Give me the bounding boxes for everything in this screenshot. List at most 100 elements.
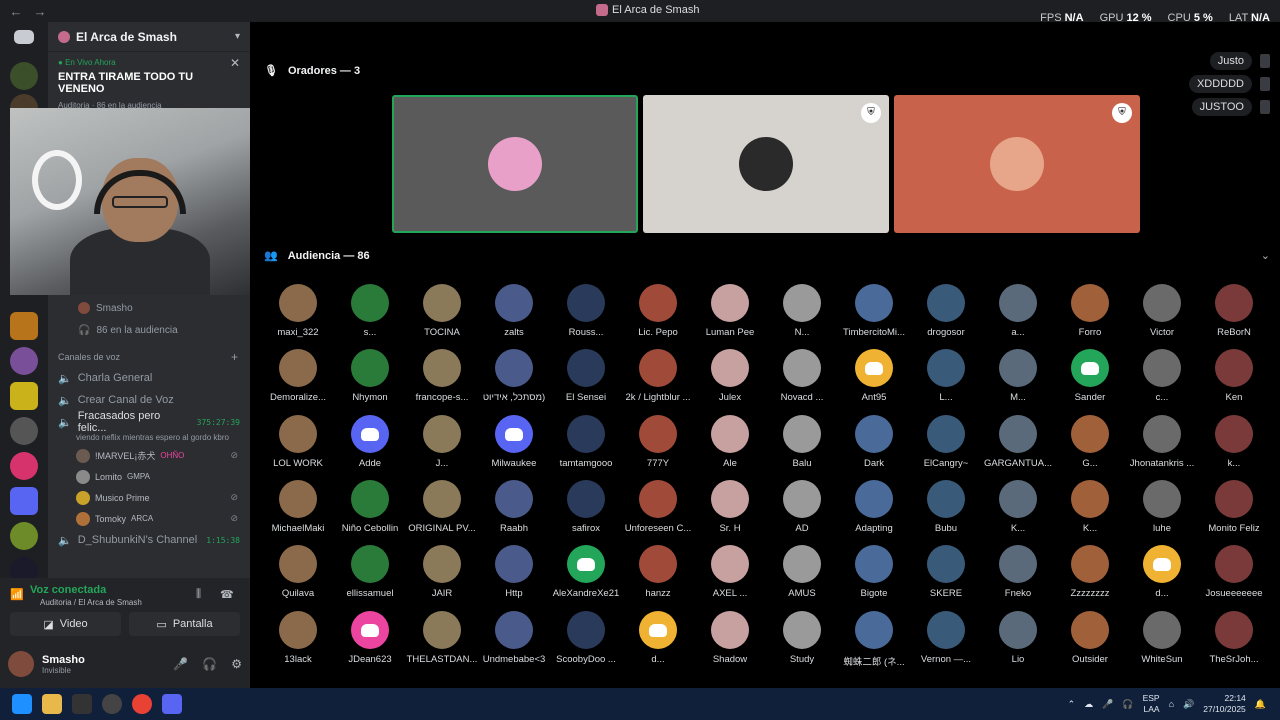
speaker-tile[interactable] (392, 95, 638, 233)
audience-member[interactable]: Dark (838, 414, 910, 480)
audience-member[interactable]: ElCangry~ (910, 414, 982, 480)
network-icon[interactable]: ⌂ (1169, 699, 1174, 709)
audience-member[interactable]: מסתכל, אידיוט) (478, 349, 550, 414)
audience-member[interactable]: AD (766, 479, 838, 545)
voice-channel-crear[interactable]: 🔈 Crear Canal de Voz (48, 389, 250, 411)
language-indicator[interactable]: ESP LAA (1143, 693, 1160, 715)
audience-member[interactable]: Http (478, 545, 550, 610)
audience-member[interactable]: tamtamgooo (550, 414, 622, 480)
file-explorer-icon[interactable] (42, 694, 62, 714)
audience-member[interactable]: Forro (1054, 284, 1126, 349)
audience-member[interactable]: AleXandreXe21 (550, 545, 622, 610)
audience-member[interactable]: G... (1054, 414, 1126, 480)
audience-member[interactable]: zalts (478, 284, 550, 349)
chevron-up-icon[interactable]: ⌃ (1068, 699, 1076, 710)
audience-member[interactable]: GARGANTUA... (982, 414, 1054, 480)
headset-tray-icon[interactable]: 🎧 (1122, 699, 1133, 710)
audience-member[interactable]: AXEL ... (694, 545, 766, 610)
voice-channel-shubunkin[interactable]: 🔈 D_ShubunkiN's Channel 1:15:38 (48, 529, 250, 551)
audience-member[interactable]: luhe (1126, 479, 1198, 545)
audience-member[interactable]: Fneko (982, 545, 1054, 610)
voice-channel-fracasados[interactable]: 🔈 Fracasados pero felic... 375:27:39 (48, 410, 250, 434)
audience-member[interactable]: AMUS (766, 545, 838, 610)
audience-member[interactable]: 2k / Lightblur ... (622, 349, 694, 414)
speaker-tile[interactable]: ⛨ (643, 95, 889, 233)
audience-member[interactable]: maxi_322 (262, 284, 334, 349)
discord-logo-icon[interactable] (14, 30, 34, 44)
app-icon[interactable] (72, 694, 92, 714)
add-channel-icon[interactable]: + (231, 350, 238, 364)
headphones-icon[interactable]: 🎧 (202, 657, 217, 671)
audience-member[interactable]: J... (406, 414, 478, 480)
voice-category[interactable]: Canales de voz + (48, 347, 250, 367)
screen-share-button[interactable]: ▭ Pantalla (129, 612, 240, 636)
audience-member[interactable]: d... (622, 610, 694, 676)
audience-member[interactable]: Lic. Pepo (622, 284, 694, 349)
audience-member[interactable]: Bubu (910, 479, 982, 545)
audience-member[interactable]: safirox (550, 479, 622, 545)
audience-member[interactable]: Quilava (262, 545, 334, 610)
audience-member[interactable]: Bigote (838, 545, 910, 610)
audience-member[interactable]: 蜘蛛二郎 (ネ... (838, 610, 910, 676)
voice-user[interactable]: Lomito GMPA (48, 466, 250, 487)
audience-member[interactable]: Adde (334, 414, 406, 480)
folder-icon[interactable] (10, 487, 38, 515)
audience-member[interactable]: ellissamuel (334, 545, 406, 610)
audience-member[interactable]: TimbercitoMi... (838, 284, 910, 349)
mic-tray-icon[interactable]: 🎤 (1102, 699, 1113, 710)
audience-member[interactable]: Shadow (694, 610, 766, 676)
voice-user[interactable]: Tomoky ARCA ⊘ (48, 508, 250, 529)
audience-member[interactable]: drogosor (910, 284, 982, 349)
audience-member[interactable]: Ken (1198, 349, 1270, 414)
audience-member[interactable]: Ale (694, 414, 766, 480)
notification-icon[interactable]: 🔔 (1255, 699, 1266, 710)
audience-member[interactable]: Milwaukee (478, 414, 550, 480)
audience-member[interactable]: c... (1126, 349, 1198, 414)
audience-member[interactable]: ReBorN (1198, 284, 1270, 349)
chrome-icon[interactable] (132, 694, 152, 714)
avatar[interactable] (8, 651, 34, 677)
speaker-tile[interactable]: ⛨ (894, 95, 1140, 233)
server-icon[interactable] (10, 452, 38, 480)
audience-member[interactable]: k... (1198, 414, 1270, 480)
audience-member[interactable]: K... (982, 479, 1054, 545)
audience-member[interactable]: LOL WORK (262, 414, 334, 480)
back-icon[interactable]: ← (8, 4, 24, 19)
audience-member[interactable]: Undmebabe<3 (478, 610, 550, 676)
voice-user[interactable]: !MARVEL¡赤犬 OHÑO ⊘ (48, 445, 250, 466)
audience-member[interactable]: M... (982, 349, 1054, 414)
disconnect-icon[interactable]: ☎ (220, 588, 234, 601)
server-icon[interactable] (10, 347, 38, 375)
audience-member[interactable]: JDean623 (334, 610, 406, 676)
audience-member[interactable]: Niño Cebollin (334, 479, 406, 545)
audience-member[interactable]: THELASTDAN... (406, 610, 478, 676)
audience-member[interactable]: TheSrJoh... (1198, 610, 1270, 676)
audience-member[interactable]: Novacd ... (766, 349, 838, 414)
server-icon[interactable] (10, 522, 38, 550)
audience-member[interactable]: JAIR (406, 545, 478, 610)
audience-member[interactable]: MichaelMaki (262, 479, 334, 545)
audience-member[interactable]: a... (982, 284, 1054, 349)
audience-member[interactable]: ORIGINAL PV... (406, 479, 478, 545)
volume-icon[interactable]: 🔊 (1183, 699, 1194, 710)
video-button[interactable]: ◪ Video (10, 612, 121, 636)
cloud-icon[interactable]: ☁ (1084, 699, 1093, 710)
audience-member[interactable]: Adapting (838, 479, 910, 545)
audience-member[interactable]: Jhonatankris ... (1126, 414, 1198, 480)
audience-member[interactable]: N... (766, 284, 838, 349)
app-icon[interactable] (102, 694, 122, 714)
audience-member[interactable]: francope-s... (406, 349, 478, 414)
gear-icon[interactable]: ⚙ (231, 657, 242, 671)
audience-member[interactable]: 13lack (262, 610, 334, 676)
audience-member[interactable]: Sr. H (694, 479, 766, 545)
clock[interactable]: 22:14 27/10/2025 (1203, 693, 1246, 715)
audience-member[interactable]: ScoobyDoo ... (550, 610, 622, 676)
audience-member[interactable]: K... (1054, 479, 1126, 545)
audience-member[interactable]: Zzzzzzzz (1054, 545, 1126, 610)
audience-member[interactable]: SKERE (910, 545, 982, 610)
server-icon[interactable] (10, 62, 38, 90)
discord-icon[interactable] (162, 694, 182, 714)
microphone-icon[interactable]: 🎤 (173, 657, 188, 671)
audience-member[interactable]: Sander (1054, 349, 1126, 414)
audience-member[interactable]: El Sensei (550, 349, 622, 414)
